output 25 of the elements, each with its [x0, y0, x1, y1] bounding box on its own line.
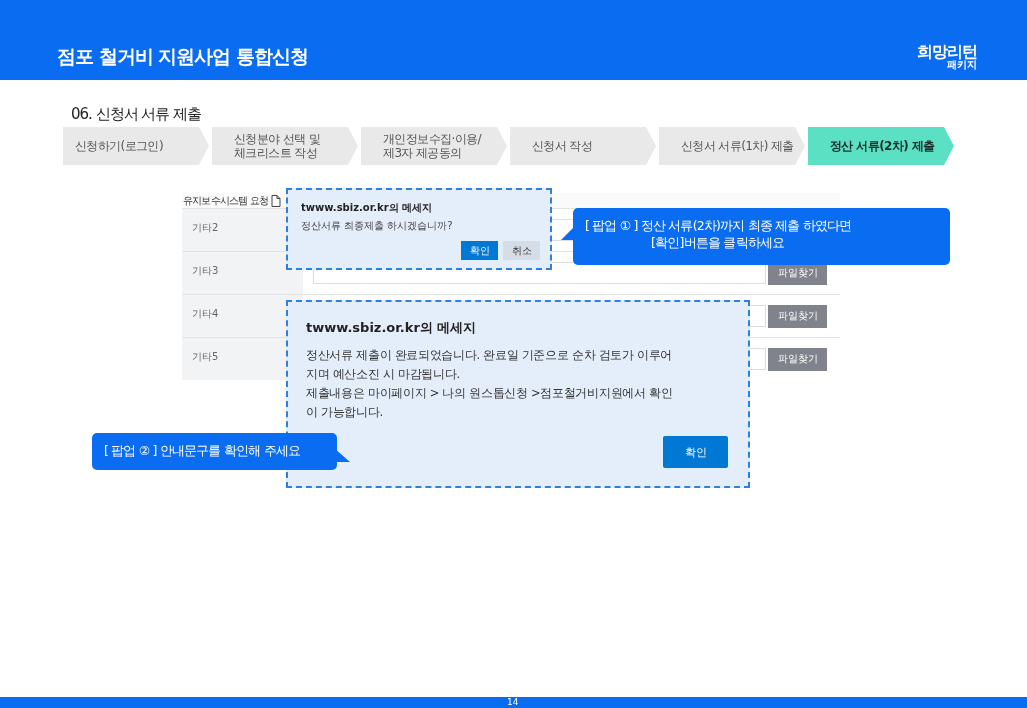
dialog-message: 정산서류 제출이 완료되었습니다. 완료일 기준으로 순차 검토가 이루어 지며 예산소진 시 마감됩니다. 제출내용은 마이페이지 > 나의 원스톱신청 >점포철거비지원에서 확인 이 가능합니다.: [306, 347, 674, 421]
logo-text: 희망리턴: [917, 44, 977, 60]
row-label: 기타3: [182, 252, 303, 294]
callout-text: [확인]버튼을 클릭하세요: [650, 234, 786, 251]
dialog-title: twww.sbiz.or.kr의 메세지: [306, 319, 478, 337]
step-chevron: 개인정보수집·이용/ 제3자 제공동의: [361, 127, 507, 165]
step-chevron: 신청하기(로그인): [63, 127, 209, 165]
callout-text: [ 팝업 ① ] 정산 서류(2차)까지 최종 제출 하였다면: [585, 217, 853, 234]
logo-subtext: 패키지: [947, 60, 977, 70]
step-chevron: 신청서 서류(1차) 제출: [659, 127, 805, 165]
ok-button[interactable]: 확인: [663, 436, 728, 468]
ok-button[interactable]: 확인: [461, 241, 498, 260]
file-browse-button[interactable]: 파일찾기: [768, 304, 827, 328]
step-chevron: 신청분야 선택 및 체크리스트 작성: [212, 127, 358, 165]
section-title: 06. 신청서 서류 제출: [71, 104, 203, 124]
step-chevron: 신청서 작성: [510, 127, 656, 165]
file-browse-button[interactable]: 파일찾기: [768, 347, 827, 371]
step-chevron: 정산 서류(2차) 제출: [808, 127, 954, 165]
dialog-message: 정산서류 최종제출 하시겠습니까?: [301, 219, 454, 233]
page-number: 14: [507, 697, 519, 708]
page-title: 점포 철거비 지원사업 통합신청: [57, 44, 308, 69]
callout-text: [ 팝업 ② ] 안내문구를 확인해 주세요: [104, 443, 301, 460]
cancel-button[interactable]: 취소: [503, 241, 540, 260]
dialog-title: twww.sbiz.or.kr의 메세지: [301, 201, 434, 215]
toolbar-text: 유지보수시스템 요청: [183, 193, 269, 208]
